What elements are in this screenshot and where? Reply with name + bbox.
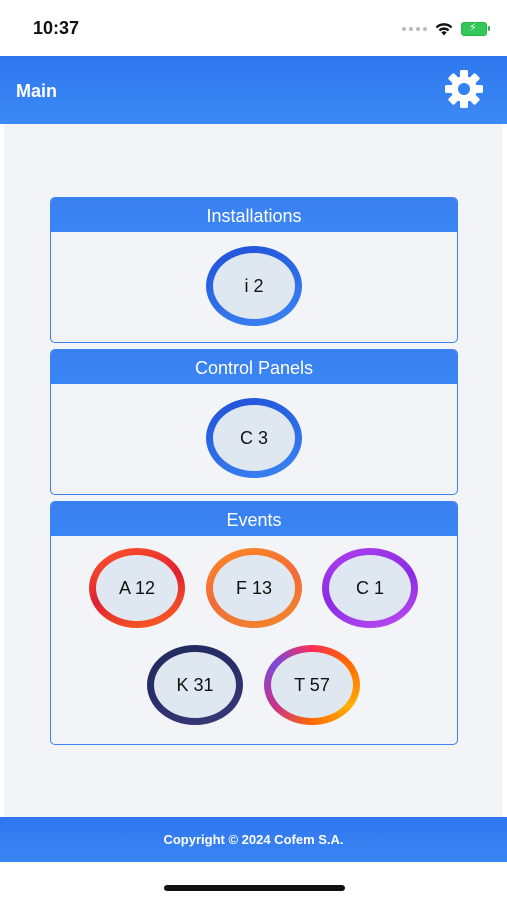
- signal-icon: [402, 27, 427, 31]
- app-header: Main: [0, 56, 507, 124]
- event-c-button[interactable]: C 1: [322, 548, 418, 628]
- event-t-count: T 57: [271, 652, 353, 718]
- event-faults-button[interactable]: F 13: [206, 548, 302, 628]
- footer: Copyright © 2024 Cofem S.A.: [0, 817, 507, 862]
- home-indicator[interactable]: [164, 885, 345, 891]
- app-screen: 10:37 ⚡ Main Installations i 2 Control P…: [0, 0, 507, 900]
- status-icons: ⚡: [402, 22, 490, 36]
- status-time: 10:37: [33, 18, 80, 38]
- event-alarms-button[interactable]: A 12: [89, 548, 185, 628]
- wifi-icon: [435, 22, 453, 35]
- installations-card-title: Installations: [51, 198, 457, 232]
- event-alarms-count: A 12: [96, 555, 178, 621]
- event-k-button[interactable]: K 31: [147, 645, 243, 725]
- event-k-count: K 31: [154, 652, 236, 718]
- installations-count: i 2: [213, 253, 295, 319]
- event-c-count: C 1: [329, 555, 411, 621]
- control-panels-card: Control Panels C 3: [50, 349, 458, 495]
- status-bar: 10:37 ⚡: [0, 0, 507, 56]
- installations-card: Installations i 2: [50, 197, 458, 343]
- copyright-text: Copyright © 2024 Cofem S.A.: [163, 832, 344, 847]
- page-title: Main: [16, 81, 58, 101]
- event-t-button[interactable]: T 57: [264, 645, 360, 725]
- control-panels-count-button[interactable]: C 3: [206, 398, 302, 478]
- events-card-title: Events: [51, 502, 457, 536]
- settings-button[interactable]: [443, 68, 485, 110]
- control-panels-count: C 3: [213, 405, 295, 471]
- event-faults-count: F 13: [213, 555, 295, 621]
- events-card: Events A 12 F 13 C 1 K 31 T 57: [50, 501, 458, 745]
- main-content: Installations i 2 Control Panels C 3 Eve…: [4, 124, 503, 817]
- control-panels-card-title: Control Panels: [51, 350, 457, 384]
- installations-count-button[interactable]: i 2: [206, 246, 302, 326]
- gear-icon: [445, 70, 483, 108]
- battery-icon: ⚡: [461, 22, 490, 36]
